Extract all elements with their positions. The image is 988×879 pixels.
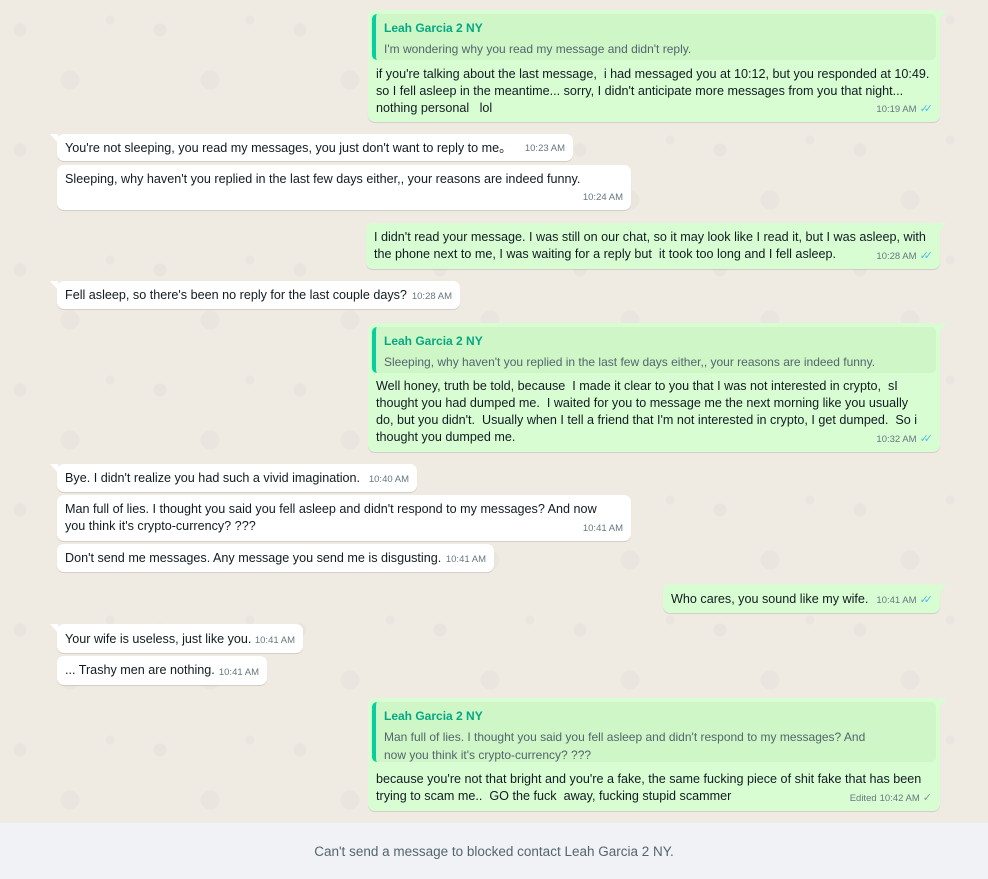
message-time: 10:32 AM [876, 434, 917, 445]
message-outgoing[interactable]: Leah Garcia 2 NY Sleeping, why haven't y… [368, 323, 947, 452]
message-incoming[interactable]: Man full of lies. I thought you said you… [57, 495, 631, 541]
message-meta: 10:32 AM ✓✓ [876, 431, 934, 448]
quoted-message[interactable]: Leah Garcia 2 NY I'm wondering why you r… [372, 14, 936, 60]
message-time: 10:41 AM [254, 635, 295, 646]
edited-label: Edited [849, 793, 877, 804]
message-meta: Edited 10:42 AM ✓ [850, 790, 932, 807]
message-time: 10:41 AM [876, 595, 917, 606]
message-time: 10:42 AM [879, 793, 920, 804]
message-meta: 10:41 AM ✓✓ [876, 592, 934, 609]
message-text: if you're talking about the last message… [376, 67, 930, 115]
message-meta: 10:41 AM [219, 664, 259, 681]
message-text: Man full of lies. I thought you said you… [65, 502, 597, 533]
message-text: Fell asleep, so there's been no reply fo… [65, 288, 407, 302]
message-text: Sleeping, why haven't you replied in the… [65, 172, 581, 186]
message-meta: 10:28 AM ✓✓ [876, 248, 934, 265]
message-incoming[interactable]: Sleeping, why haven't you replied in the… [57, 165, 631, 210]
message-time: 10:19 AM [876, 104, 917, 115]
quoted-message[interactable]: Leah Garcia 2 NY Man full of lies. I tho… [372, 702, 936, 762]
blocked-contact-notice: Can't send a message to blocked contact … [0, 822, 988, 879]
message-outgoing[interactable]: Who cares, you sound like my wife. 10:41… [663, 584, 947, 613]
message-meta: 10:24 AM [583, 189, 623, 206]
message-time: 10:28 AM [876, 251, 917, 262]
message-text: Don't send me messages. Any message you … [65, 551, 442, 565]
message-outgoing[interactable]: Leah Garcia 2 NY I'm wondering why you r… [368, 10, 947, 122]
message-time: 10:41 AM [582, 523, 623, 534]
message-text: You're not sleeping, you read my message… [65, 141, 512, 155]
message-meta: 10:41 AM [583, 520, 623, 537]
double-check-icon: ✓✓ [919, 594, 934, 606]
message-time: 10:23 AM [524, 143, 565, 154]
message-incoming[interactable]: Bye. I didn't realize you had such a viv… [50, 464, 417, 492]
message-time: 10:41 AM [445, 554, 486, 565]
message-time: 10:40 AM [368, 474, 409, 485]
message-outgoing[interactable]: Leah Garcia 2 NY Man full of lies. I tho… [368, 698, 947, 811]
message-text: ... Trashy men are nothing. [65, 663, 215, 677]
message-text: because you're not that bright and you'r… [376, 772, 922, 803]
quote-author: Leah Garcia 2 NY [384, 334, 483, 348]
message-meta: 10:19 AM ✓✓ [876, 101, 934, 118]
message-text: Your wife is useless, just like you. [65, 632, 252, 646]
message-meta: 10:40 AM [369, 471, 409, 488]
message-incoming[interactable]: Your wife is useless, just like you. 10:… [50, 624, 303, 653]
message-incoming[interactable]: Don't send me messages. Any message you … [57, 544, 494, 572]
quote-author: Leah Garcia 2 NY [384, 709, 483, 723]
message-outgoing[interactable]: I didn't read your message. I was still … [366, 223, 947, 269]
message-time: 10:41 AM [218, 667, 259, 678]
quote-author: Leah Garcia 2 NY [384, 21, 483, 35]
message-meta: 10:23 AM [525, 140, 565, 157]
double-check-icon: ✓✓ [919, 250, 934, 262]
message-incoming[interactable]: You're not sleeping, you read my message… [50, 134, 573, 161]
message-meta: 10:41 AM [446, 551, 486, 568]
quote-text: Man full of lies. I thought you said you… [384, 730, 866, 762]
blocked-notice-text: Can't send a message to blocked contact … [314, 843, 674, 859]
message-text: I didn't read your message. I was still … [374, 230, 926, 261]
quote-text: Sleeping, why haven't you replied in the… [384, 355, 876, 369]
message-text: Well honey, truth be told, because I mad… [376, 379, 918, 444]
single-check-icon: ✓ [922, 792, 932, 804]
message-incoming[interactable]: ... Trashy men are nothing. 10:41 AM [57, 656, 267, 685]
double-check-icon: ✓✓ [919, 103, 934, 115]
message-meta: 10:41 AM [255, 632, 295, 649]
message-incoming[interactable]: Fell asleep, so there's been no reply fo… [50, 281, 460, 309]
quote-text: I'm wondering why you read my message an… [384, 42, 692, 56]
chat-history[interactable]: Leah Garcia 2 NY I'm wondering why you r… [0, 0, 988, 822]
double-check-icon: ✓✓ [919, 433, 934, 445]
message-text: Bye. I didn't realize you had such a viv… [65, 471, 361, 485]
message-time: 10:24 AM [582, 192, 623, 203]
quoted-message[interactable]: Leah Garcia 2 NY Sleeping, why haven't y… [372, 327, 936, 373]
message-text: Who cares, you sound like my wife. [671, 592, 869, 606]
message-time: 10:28 AM [411, 291, 452, 302]
message-meta: 10:28 AM [412, 288, 452, 305]
